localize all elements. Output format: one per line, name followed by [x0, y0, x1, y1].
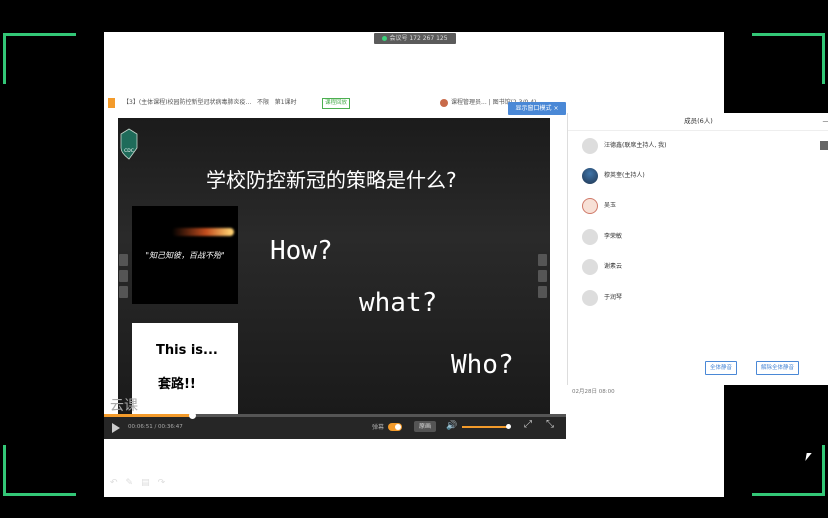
slide-nav-right-2[interactable] [538, 270, 547, 282]
light-streak [172, 228, 234, 236]
slide-image-motto: "知己知彼，百战不殆" [132, 206, 238, 304]
member-actions: 全体静音 解除全体静音 [568, 361, 828, 375]
member-item[interactable]: 谢素云 [582, 258, 622, 276]
member-panel-title: 成员(6人) [684, 117, 713, 125]
course-info: 【3】(主体课程)校园防控新型冠状病毒肺炎疫... 不限 第1课时 [123, 95, 297, 111]
slide-nav-left-2[interactable] [119, 270, 128, 282]
question-who: Who? [451, 350, 514, 380]
fullscreen-icon[interactable]: ⤡ [546, 420, 554, 430]
meeting-id-label: 会议号 172 267 125 [389, 35, 448, 42]
unmute-all-button[interactable]: 解除全体静音 [756, 361, 800, 375]
member-name: 汪德鑫(联席主持人, 我) [604, 142, 667, 149]
slide-joke-card: This is... 套路!! [132, 323, 238, 414]
board-icon[interactable]: ▤ [141, 478, 158, 488]
danmu-label: 弹幕 [372, 424, 385, 431]
pip-icon[interactable]: ⤢ [524, 420, 532, 430]
avatar [582, 197, 598, 214]
teacher-name: 课程管理员... [451, 99, 487, 106]
avatar [582, 289, 598, 306]
close-icon[interactable]: × [553, 105, 558, 112]
avatar [582, 258, 598, 275]
frame-corner-bottom-right [752, 445, 825, 496]
playback-time: 00:06:51 / 00:36:47 [128, 424, 183, 430]
frame-corner-bottom-left [3, 445, 76, 496]
slide-nav-left-1[interactable] [119, 254, 128, 266]
volume-icon[interactable]: 🔊 [446, 422, 457, 431]
member-name: 李荣敏 [604, 233, 623, 240]
video-player[interactable]: CDC 学校防控新冠的策略是什么? "知己知彼，百战不殆" How? what?… [118, 118, 550, 414]
redo-icon[interactable]: ↷ [158, 478, 174, 488]
progress-handle[interactable] [188, 412, 196, 419]
member-panel-header: 成员(6人) — [568, 113, 828, 131]
danmu-toggle[interactable] [388, 423, 402, 431]
progress-fill [104, 414, 192, 417]
member-name: 于润琴 [604, 294, 623, 301]
member-item[interactable]: 吴玉 [582, 197, 616, 215]
logo-text: CDC [124, 148, 134, 154]
course-lesson: 第1课时 [274, 99, 297, 106]
replay-tag[interactable]: 课程回放 [322, 98, 351, 109]
member-item[interactable]: 汪德鑫(联席主持人, 我) [582, 137, 667, 155]
quality-button[interactable]: 原画 [414, 421, 436, 432]
frame-corner-top-left [3, 33, 76, 84]
course-title: 【3】(主体课程)校园防控新型冠状病毒肺炎疫... [123, 99, 252, 106]
slide-motto: "知己知彼，百战不殆" [145, 251, 225, 260]
member-panel: 成员(6人) — 汪德鑫(联席主持人, 我) 穆英奎(主持人) 吴玉 李荣敏 谢素… [567, 113, 828, 385]
course-topbar: 【3】(主体课程)校园防控新型冠状病毒肺炎疫... 不限 第1课时 课程回放 课… [104, 95, 566, 111]
minimize-icon[interactable]: — [823, 113, 828, 130]
member-item[interactable]: 穆英奎(主持人) [582, 167, 645, 185]
question-how: How? [270, 236, 333, 266]
member-item[interactable]: 李荣敏 [582, 228, 622, 246]
teacher-avatar [440, 98, 448, 107]
avatar [582, 167, 598, 184]
slide-nav-left-3[interactable] [119, 286, 128, 298]
chat-date: 02月28日 08:00 [572, 389, 615, 395]
question-what: what? [359, 288, 438, 318]
window-mode-label: 显示窗口模式 [515, 105, 552, 112]
course-flag-icon [108, 98, 115, 108]
volume-slider[interactable] [462, 424, 511, 429]
volume-handle[interactable] [505, 424, 511, 429]
course-level: 不限 [256, 99, 269, 106]
undo-icon[interactable]: ↶ [110, 478, 126, 488]
pen-icon[interactable]: ✎ [126, 478, 142, 488]
slide-nav-right-1[interactable] [538, 254, 547, 266]
avatar [582, 228, 598, 245]
member-item[interactable]: 于润琴 [582, 289, 622, 307]
meeting-id-badge[interactable]: 会议号 172 267 125 [374, 33, 456, 44]
member-name: 吴玉 [604, 202, 617, 209]
player-controls: 00:06:51 / 00:36:47 弹幕 原画 🔊 ⤢ ⤡ [104, 412, 566, 439]
watermark-text: 云课 [110, 398, 138, 414]
cdc-logo-icon: CDC [120, 128, 138, 160]
bottom-toolbar: ↶✎▤↷ [110, 478, 173, 488]
frame-corner-top-right [752, 33, 825, 84]
member-settings-icon[interactable] [820, 141, 828, 150]
play-icon[interactable] [112, 423, 120, 433]
mute-all-button[interactable]: 全体静音 [705, 361, 738, 375]
joke-line-1: This is... [156, 343, 218, 358]
member-name: 穆英奎(主持人) [604, 172, 645, 179]
slide-title: 学校防控新冠的策略是什么? [206, 168, 457, 192]
avatar [582, 137, 598, 154]
joke-line-2: 套路!! [158, 377, 196, 392]
progress-bar[interactable] [104, 412, 566, 419]
member-name: 谢素云 [604, 263, 623, 270]
slide-nav-right-3[interactable] [538, 286, 547, 298]
status-dot-icon [382, 36, 388, 41]
window-mode-button[interactable]: 显示窗口模式 × [508, 102, 566, 115]
